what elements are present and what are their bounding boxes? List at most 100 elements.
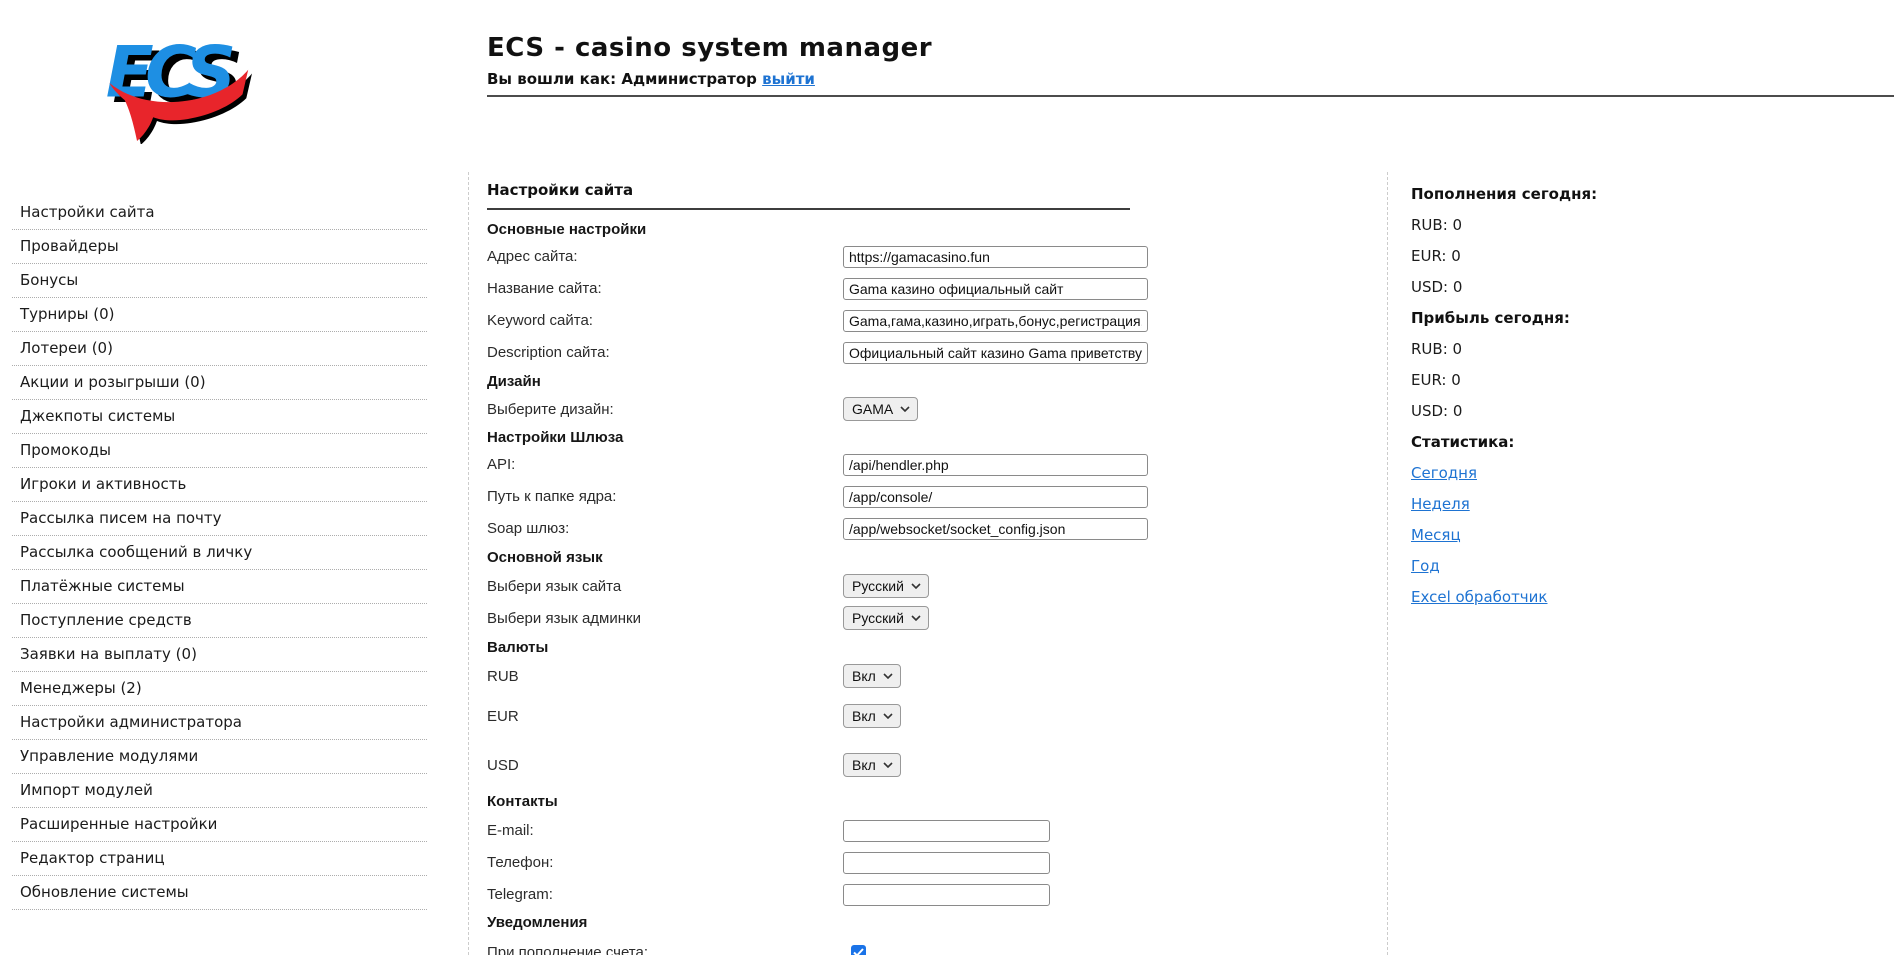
profit-usd: USD: 0 [1411,403,1817,420]
chevron-down-icon [883,673,893,679]
group-heading-currencies: Валюты [487,639,1148,656]
sidebar-item-module-management[interactable]: Управление модулями [12,740,427,774]
profit-rub: RUB: 0 [1411,341,1817,358]
logout-link[interactable]: выйти [762,70,815,88]
sidebar-item-email-mailing[interactable]: Рассылка писем на почту [12,502,427,536]
form-row-phone: Телефон: [487,851,1148,874]
form-row-site-language: Выбери язык сайта Русский [487,574,1148,598]
form-row-eur: EUR Вкл [487,704,1148,728]
ecs-logo-icon: ECS ECS [100,22,252,144]
sidebar-menu: Настройки сайта Провайдеры Бонусы Турнир… [12,196,427,910]
core-path-label: Путь к папке ядра: [487,488,843,505]
site-name-input[interactable] [843,278,1148,300]
email-label: E-mail: [487,822,843,839]
profit-rub-value: 0 [1453,340,1463,358]
logged-in-as-label: Вы вошли как: Администратор [487,70,757,88]
telegram-input[interactable] [843,884,1050,906]
rub-toggle-select[interactable]: Вкл [843,664,901,688]
form-row-rub: RUB Вкл [487,664,1148,688]
site-language-label: Выбери язык сайта [487,578,843,595]
keywords-label: Keyword сайта: [487,312,843,329]
soap-input[interactable] [843,518,1148,540]
form-row-admin-language: Выбери язык админки Русский [487,606,1148,630]
stats-link-excel-processor[interactable]: Excel обработчик [1411,588,1547,606]
form-row-core-path: Путь к папке ядра: [487,485,1148,508]
site-url-label: Адрес сайта: [487,248,843,265]
form-row-soap: Soap шлюз: [487,517,1148,540]
group-heading-design: Дизайн [487,373,1148,390]
panel-title: Настройки сайта [487,182,1148,199]
form-row-design: Выберите дизайн: GAMA [487,397,1148,421]
sidebar-item-site-settings[interactable]: Настройки сайта [12,196,427,230]
eur-toggle-select[interactable]: Вкл [843,704,901,728]
sidebar-item-system-update[interactable]: Обновление системы [12,876,427,910]
usd-toggle-select[interactable]: Вкл [843,753,901,777]
deposits-eur-value: 0 [1451,247,1461,265]
sidebar-item-tournaments[interactable]: Турниры (0) [12,298,427,332]
sidebar-item-private-messages[interactable]: Рассылка сообщений в личку [12,536,427,570]
group-heading-notifications: Уведомления [487,914,1148,931]
form-row-usd: USD Вкл [487,753,1148,777]
sidebar-item-admin-settings[interactable]: Настройки администратора [12,706,427,740]
sidebar-item-jackpots[interactable]: Джекпоты системы [12,400,427,434]
check-icon [853,948,864,955]
deposit-notification-label: При пополнение счета: [487,944,843,955]
sidebar-item-lotteries[interactable]: Лотереи (0) [12,332,427,366]
sidebar-item-page-editor[interactable]: Редактор страниц [12,842,427,876]
form-row-telegram: Telegram: [487,883,1148,906]
sidebar-item-payout-requests[interactable]: Заявки на выплату (0) [12,638,427,672]
deposits-usd: USD: 0 [1411,279,1817,296]
deposits-rub-value: 0 [1453,216,1463,234]
design-select[interactable]: GAMA [843,397,918,421]
rub-label: RUB [487,668,843,685]
profit-eur: EUR: 0 [1411,372,1817,389]
stats-link-week[interactable]: Неделя [1411,495,1470,513]
form-row-keywords: Keyword сайта: [487,309,1148,332]
phone-input[interactable] [843,852,1050,874]
sidebar-item-bonuses[interactable]: Бонусы [12,264,427,298]
chevron-down-icon [911,615,921,621]
chevron-down-icon [883,713,893,719]
telegram-label: Telegram: [487,886,843,903]
usd-label: USD [487,757,843,774]
sidebar-item-providers[interactable]: Провайдеры [12,230,427,264]
stats-panel: Пополнения сегодня: RUB: 0 EUR: 0 USD: 0… [1387,172,1817,955]
form-row-deposit-notification: При пополнение счета: [487,941,1148,955]
deposits-today-heading: Пополнения сегодня: [1411,186,1817,203]
keywords-input[interactable] [843,310,1148,332]
chevron-down-icon [911,583,921,589]
description-label: Description сайта: [487,344,843,361]
sidebar-item-advanced-settings[interactable]: Расширенные настройки [12,808,427,842]
core-path-input[interactable] [843,486,1148,508]
sidebar-item-managers[interactable]: Менеджеры (2) [12,672,427,706]
stats-link-month[interactable]: Месяц [1411,526,1461,544]
phone-label: Телефон: [487,854,843,871]
sidebar-item-payment-systems[interactable]: Платёжные системы [12,570,427,604]
design-label: Выберите дизайн: [487,401,843,418]
stats-link-year[interactable]: Год [1411,557,1440,575]
panel-divider [487,208,1130,210]
site-language-select[interactable]: Русский [843,574,929,598]
sidebar-item-incoming-funds[interactable]: Поступление средств [12,604,427,638]
sidebar-item-promotions[interactable]: Акции и розыгрыши (0) [12,366,427,400]
description-input[interactable] [843,342,1148,364]
api-input[interactable] [843,454,1148,476]
site-url-input[interactable] [843,246,1148,268]
sidebar-item-module-import[interactable]: Импорт модулей [12,774,427,808]
form-row-site-name: Название сайта: [487,277,1148,300]
profit-usd-value: 0 [1453,402,1463,420]
site-name-label: Название сайта: [487,280,843,297]
admin-language-label: Выбери язык админки [487,610,843,627]
deposits-usd-value: 0 [1453,278,1463,296]
admin-language-select[interactable]: Русский [843,606,929,630]
profit-today-heading: Прибыль сегодня: [1411,310,1817,327]
form-row-api: API: [487,453,1148,476]
header: ECS - casino system manager Вы вошли как… [487,33,1894,97]
stats-link-today[interactable]: Сегодня [1411,464,1477,482]
deposit-notification-checkbox[interactable] [851,945,866,955]
sidebar-item-players-activity[interactable]: Игроки и активность [12,468,427,502]
sidebar-item-promocodes[interactable]: Промокоды [12,434,427,468]
email-input[interactable] [843,820,1050,842]
statistics-heading: Статистика: [1411,434,1817,451]
login-status: Вы вошли как: Администратор выйти [487,70,1894,88]
